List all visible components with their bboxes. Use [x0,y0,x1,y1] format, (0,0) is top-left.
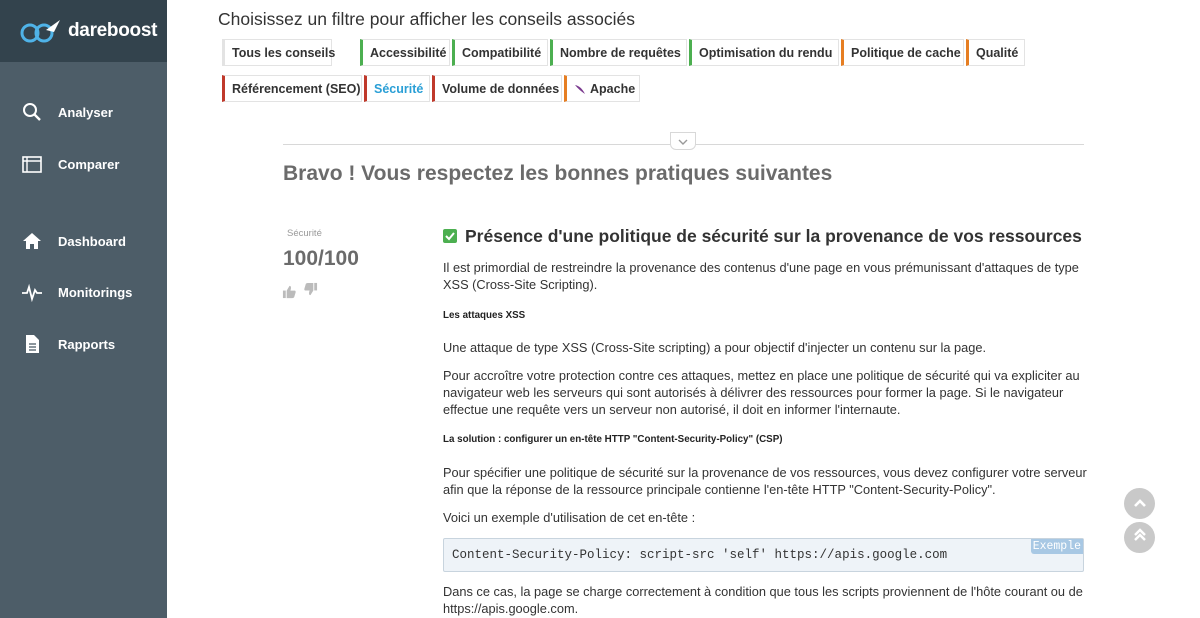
filter-chip-label: Apache [590,81,636,96]
xss-text: Une attaque de type XSS (Cross-Site scri… [443,340,987,355]
filter-chip-tous[interactable]: Tous les conseils [222,39,335,66]
protect-text: Pour accroître votre protection contre c… [443,368,1080,417]
double-chevron-up-icon [1133,528,1147,547]
closing-text: Dans ce cas, la page se charge correctem… [443,584,1083,616]
sidebar-item-rapports[interactable]: Rapports [0,324,167,364]
code-example[interactable]: Content-Security-Policy: script-src 'sel… [443,538,1084,572]
sidebar-item-label: Rapports [58,336,116,352]
sidebar-item-label: Dashboard [58,233,126,249]
logo-text: dareboost [68,20,158,41]
rule-intro: Il est primordial de restreindre la prov… [443,260,1079,292]
thumbs-up-icon[interactable] [282,284,298,300]
filter-chip-requetes[interactable]: Nombre de requêtes [550,39,687,66]
sidebar-item-label: Analyser [58,104,113,120]
filter-chip-accessibilite[interactable]: Accessibilité [360,39,450,66]
thumbs-down-icon[interactable] [303,282,319,298]
sidebar: dareboost Analyser Comparer Dashboard Mo… [0,0,167,618]
pulse-icon [22,282,42,303]
apache-feather-icon [574,83,586,95]
section-heading: Bravo ! Vous respectez les bonnes pratiq… [283,162,833,185]
filter-chip-volume[interactable]: Volume de données [432,75,562,102]
rule-title: Présence d'une politique de sécurité sur… [465,226,1082,246]
chevron-down-icon [678,132,688,150]
sidebar-item-dashboard[interactable]: Dashboard [0,221,167,261]
filter-title: Choisissez un filtre pour afficher les c… [218,9,635,29]
sidebar-item-label: Comparer [58,156,120,172]
scroll-up-button[interactable] [1124,488,1155,519]
filter-chip-apache[interactable]: Apache [564,75,640,102]
sidebar-item-analyser[interactable]: Analyser [0,92,167,132]
filter-chip-compatibilite[interactable]: Compatibilité [452,39,548,66]
check-icon [443,229,457,243]
document-icon [22,334,42,354]
sidebar-item-monitorings[interactable]: Monitorings [0,272,167,312]
search-icon [22,102,42,122]
home-icon [22,231,42,251]
rule-score: 100/100 [283,247,359,270]
collapse-toggle[interactable] [670,132,696,150]
filter-chip-seo[interactable]: Référencement (SEO) [222,75,362,102]
scroll-top-button[interactable] [1124,522,1155,553]
filter-chip-qualite[interactable]: Qualité [966,39,1025,66]
heading-xss: Les attaques XSS [443,310,526,321]
logo-icon [20,18,64,44]
sidebar-item-label: Monitorings [58,284,133,300]
rule-category: Sécurité [287,228,322,239]
chevron-up-icon [1133,495,1147,513]
filter-chip-cache[interactable]: Politique de cache [841,39,964,66]
filter-chip-rendu[interactable]: Optimisation du rendu [689,39,839,66]
example-intro: Voici un exemple d'utilisation de cet en… [443,510,696,525]
filter-chip-securite[interactable]: Sécurité [364,75,430,102]
heading-solution: La solution : configurer un en-tête HTTP… [443,434,783,445]
solution-text: Pour spécifier une politique de sécurité… [443,465,1087,497]
code-text: Content-Security-Policy: script-src 'sel… [452,548,948,562]
compare-icon [22,154,42,174]
code-badge: Exemple [1030,539,1083,554]
sidebar-item-comparer[interactable]: Comparer [0,144,167,184]
logo[interactable]: dareboost [0,0,167,62]
